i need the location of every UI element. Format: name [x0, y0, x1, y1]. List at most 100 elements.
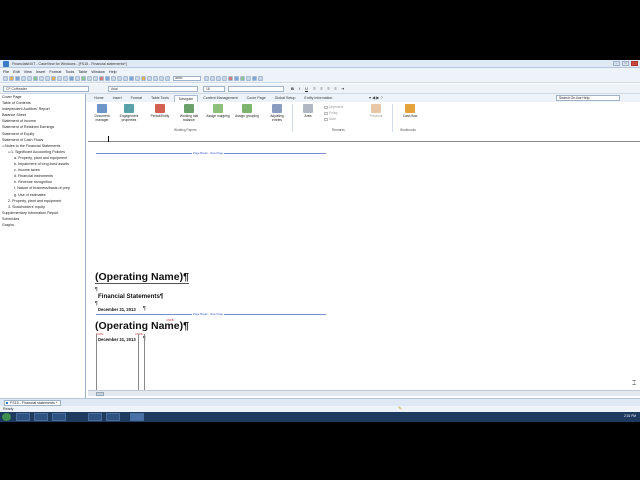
italic-button[interactable]: I — [297, 86, 302, 92]
scrollbar-thumb[interactable] — [96, 392, 104, 396]
stop-icon[interactable] — [228, 76, 233, 81]
edit-mode-icon[interactable] — [129, 76, 134, 81]
replace-icon[interactable] — [153, 76, 158, 81]
pointer-icon[interactable] — [69, 76, 74, 81]
column-icon[interactable] — [87, 76, 92, 81]
menu-format[interactable]: Format — [49, 70, 61, 74]
zoom-out-icon[interactable] — [210, 76, 215, 81]
menu-file[interactable]: File — [3, 70, 9, 74]
save-icon[interactable] — [15, 76, 20, 81]
bold-button[interactable]: B — [290, 86, 295, 92]
zoom-in-icon[interactable] — [204, 76, 209, 81]
copy-icon[interactable] — [45, 76, 50, 81]
engagement-properties-button[interactable]: Engagement properties — [117, 104, 141, 128]
align-left-icon[interactable]: ≡ — [312, 86, 317, 92]
working-trial-balance-button[interactable]: Working trial balance — [177, 104, 201, 128]
page-icon[interactable] — [216, 76, 221, 81]
document-navigation-tree[interactable]: Cover Page Table of Contents Independent A… — [0, 94, 86, 398]
text-icon[interactable] — [75, 76, 80, 81]
horizontal-scrollbar[interactable] — [88, 390, 640, 396]
operating-name-title-page2[interactable]: (Operating Name)¶ — [95, 320, 189, 332]
tab-home[interactable]: Home — [90, 95, 108, 102]
style-select[interactable]: CF CoHeader — [3, 86, 89, 92]
underline-button[interactable]: U — [304, 86, 309, 92]
tab-format[interactable]: Format — [127, 95, 146, 102]
document-manager-button[interactable]: Document manager — [90, 104, 114, 128]
new-icon[interactable] — [3, 76, 8, 81]
menu-table[interactable]: Table — [78, 70, 87, 74]
paste-icon[interactable] — [51, 76, 56, 81]
menu-view[interactable]: View — [24, 70, 32, 74]
redo-icon[interactable] — [63, 76, 68, 81]
assign-grouping-button[interactable]: Assign grouping — [235, 104, 259, 128]
calc-icon[interactable] — [165, 76, 170, 81]
zoom-select[interactable]: 300% — [173, 76, 201, 81]
document-editor[interactable]: Page Break - New Page (Operating Name)¶ … — [88, 134, 640, 398]
open-icon[interactable] — [9, 76, 14, 81]
assign-mapping-button[interactable]: Assign mapping — [206, 104, 230, 128]
start-button[interactable] — [2, 413, 11, 421]
export-icon[interactable] — [252, 76, 257, 81]
align-center-icon[interactable]: ≡ — [319, 86, 324, 92]
formula-icon[interactable] — [99, 76, 104, 81]
taskbar-caseview-icon[interactable] — [130, 413, 144, 421]
highlight-icon[interactable] — [141, 76, 146, 81]
nav-tree-item[interactable]: Graphs — [0, 222, 85, 228]
menu-help[interactable]: Help — [109, 70, 117, 74]
font-select[interactable]: Arial — [108, 86, 198, 92]
menu-tools[interactable]: Tools — [65, 70, 74, 74]
ribbon-nav-arrows-icon[interactable]: ▾ ◀ ▶ ? — [369, 95, 383, 100]
color-select[interactable] — [228, 86, 284, 92]
area-button[interactable]: Area — [296, 104, 320, 128]
view-icon[interactable] — [123, 76, 128, 81]
insert-icon[interactable] — [135, 76, 140, 81]
note-option[interactable]: Note — [324, 117, 336, 121]
print-icon[interactable] — [21, 76, 26, 81]
operating-name-title[interactable]: (Operating Name)¶ — [95, 271, 189, 284]
statement-date-page2[interactable]: December 31, 2013 — [98, 337, 136, 342]
sort-icon[interactable] — [159, 76, 164, 81]
taskbar-media-icon[interactable] — [52, 413, 66, 421]
tab-insert[interactable]: Insert — [109, 95, 126, 102]
cash-flow-button[interactable]: Cash flow — [398, 104, 422, 128]
unprotect-option[interactable]: Unprotect — [324, 105, 343, 109]
maximize-button[interactable]: □ — [622, 61, 629, 66]
justify-icon[interactable]: ≡ — [333, 86, 338, 92]
statement-date[interactable]: December 31, 2013 — [98, 307, 136, 312]
tab-entity-information[interactable]: Entity Information — [300, 95, 336, 102]
row-icon[interactable] — [93, 76, 98, 81]
period-entity-button[interactable]: Period/Entity — [148, 104, 172, 128]
taskbar-chrome-icon[interactable] — [88, 413, 102, 421]
close-button[interactable]: × — [631, 61, 638, 66]
undo-icon[interactable] — [57, 76, 62, 81]
policy-option[interactable]: Policy — [324, 111, 338, 115]
align-right-icon[interactable]: ≡ — [326, 86, 331, 92]
search-online-help-input[interactable]: Search On-line Help — [556, 95, 620, 101]
cut-icon[interactable] — [39, 76, 44, 81]
refresh-icon[interactable] — [234, 76, 239, 81]
taskbar-explorer-icon[interactable] — [34, 413, 48, 421]
tab-content-management[interactable]: Content Management — [199, 95, 242, 102]
link-icon[interactable] — [105, 76, 110, 81]
tab-table-tools[interactable]: Table Tools — [147, 95, 173, 102]
grid-icon[interactable] — [111, 76, 116, 81]
layout-icon[interactable] — [222, 76, 227, 81]
indent-icon[interactable]: ⇥ — [340, 86, 345, 92]
find-icon[interactable] — [147, 76, 152, 81]
menu-window[interactable]: Window — [91, 70, 105, 74]
taskbar-app-icon[interactable] — [106, 413, 120, 421]
tab-navigate[interactable]: Navigate — [173, 95, 199, 102]
table-icon[interactable] — [81, 76, 86, 81]
taskbar-ie-icon[interactable] — [16, 413, 30, 421]
financial-statements-subtitle[interactable]: Financial Statements¶ — [98, 293, 163, 300]
preview-icon[interactable] — [27, 76, 32, 81]
previous-button[interactable]: Previous — [364, 104, 388, 128]
spell-icon[interactable] — [33, 76, 38, 81]
ruler-icon[interactable] — [117, 76, 122, 81]
adjusting-entries-button[interactable]: Adjusting entries — [265, 104, 289, 128]
tab-cover-page[interactable]: Cover Page — [243, 95, 270, 102]
tab-global-setup[interactable]: Global Setup — [271, 95, 300, 102]
check-icon[interactable] — [240, 76, 245, 81]
menu-edit[interactable]: Edit — [13, 70, 20, 74]
sign-icon[interactable] — [246, 76, 251, 81]
